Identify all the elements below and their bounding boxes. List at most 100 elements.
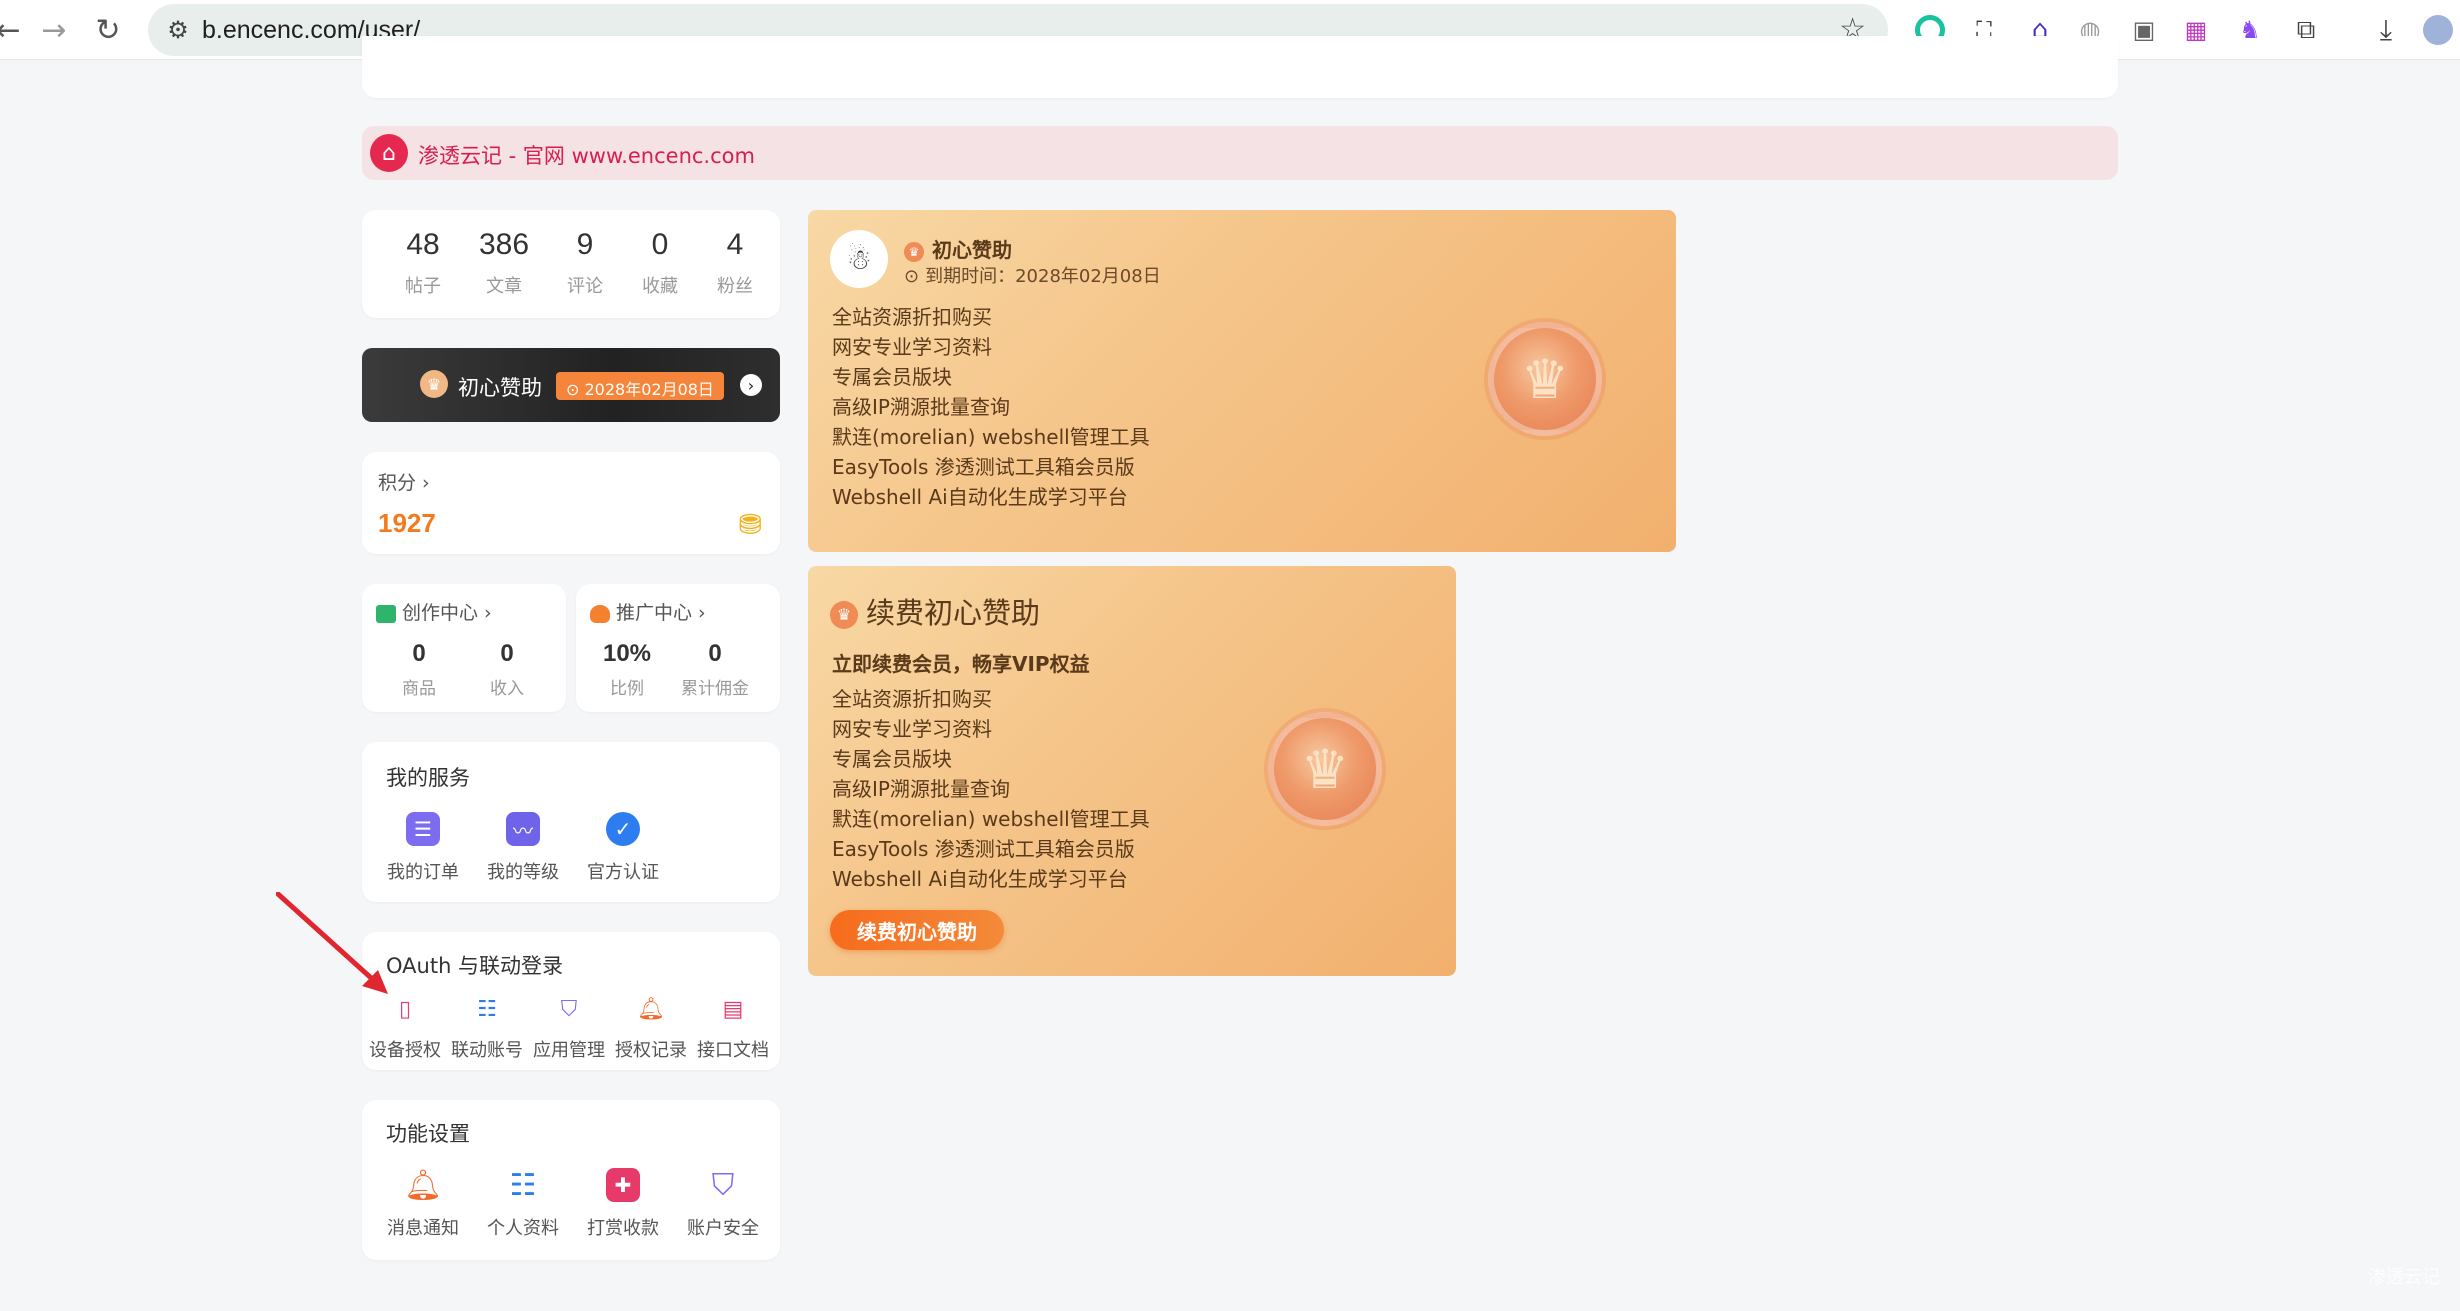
oauth-api-doc[interactable]: ▤ 接口文档	[692, 992, 774, 1062]
settings-title: 功能设置	[386, 1122, 470, 1146]
oauth-auth-record[interactable]: 🔔︎ 授权记录	[610, 992, 692, 1062]
service-label: 我的等级	[487, 862, 559, 883]
app-manage-icon: ⛉	[560, 996, 578, 1022]
stat-favorites[interactable]: 0 收藏	[625, 228, 695, 298]
goods-count: 0	[412, 640, 426, 667]
service-level[interactable]: 〰 我的等级	[478, 812, 568, 884]
top-strip	[362, 36, 2118, 98]
api-doc-icon: ▤	[722, 996, 744, 1022]
stat-label: 评论	[567, 276, 603, 297]
promotion-center-card[interactable]: 推广中心 › 10% 比例 0 累计佣金	[576, 584, 780, 712]
site-settings-icon[interactable]: ⚙	[162, 14, 194, 46]
user-stats: 48 帖子 386 文章 9 评论 0 收藏 4 粉丝	[362, 210, 780, 318]
oauth-card: OAuth 与联动登录 ▯ 设备授权 ☷ 联动账号 ⛉ 应用管理 🔔︎ 授权记录…	[362, 932, 780, 1070]
renew-benefits-list: 全站资源折扣购买 网安专业学习资料 专属会员版块 高级IP溯源批量查询 默连(m…	[832, 684, 1150, 894]
crown-medal-icon: ♛	[1268, 712, 1382, 826]
promo-title-text: 推广中心 ›	[616, 602, 706, 624]
stat-num: 0	[651, 228, 669, 261]
crown-icon: ♛	[420, 370, 448, 398]
points-title[interactable]: 积分 ›	[378, 468, 430, 495]
vip-name: 初心赞助	[458, 376, 542, 400]
renew-subtitle: 立即续费会员，畅享VIP权益	[832, 652, 1090, 676]
verified-icon: ✓	[606, 812, 640, 846]
oauth-linked-account[interactable]: ☷ 联动账号	[446, 992, 528, 1062]
stat-posts[interactable]: 48 帖子	[388, 228, 458, 298]
setting-label: 消息通知	[387, 1218, 459, 1239]
renew-title: ♛ 续费初心赞助	[830, 590, 1040, 632]
oauth-label: 接口文档	[697, 1040, 769, 1061]
stat-num: 48	[406, 228, 440, 261]
vip-card-name-text: 初心赞助	[932, 238, 1012, 262]
setting-tips[interactable]: ✚ 打赏收款	[578, 1168, 668, 1240]
profile-icon: ☷	[509, 1167, 537, 1203]
stat-num: 4	[726, 228, 744, 261]
qr-ext-icon[interactable]: ▦	[2176, 10, 2216, 50]
oauth-label: 设备授权	[369, 1040, 441, 1061]
stat-fans[interactable]: 4 粉丝	[700, 228, 770, 298]
renew-button[interactable]: 续费初心赞助	[830, 910, 1004, 950]
benefit-item: 网安专业学习资料	[832, 335, 992, 359]
oauth-label: 应用管理	[533, 1040, 605, 1061]
benefit-item: 全站资源折扣购买	[832, 687, 992, 711]
puzzle-icon[interactable]: ⧉	[2286, 10, 2326, 50]
benefit-item: 网安专业学习资料	[832, 717, 992, 741]
stat-num: 9	[576, 228, 594, 261]
creation-goods: 0 商品	[374, 640, 464, 699]
setting-label: 账户安全	[687, 1218, 759, 1239]
auth-record-icon: 🔔︎	[637, 996, 665, 1022]
cat-ext-icon[interactable]: ♞	[2230, 10, 2270, 50]
setting-label: 个人资料	[487, 1218, 559, 1239]
stat-articles[interactable]: 386 文章	[469, 228, 539, 298]
back-icon[interactable]: ←	[0, 8, 30, 52]
crown-icon: ♛	[904, 241, 924, 262]
commission-label: 累计佣金	[681, 679, 749, 699]
setting-profile[interactable]: ☷ 个人资料	[478, 1168, 568, 1240]
vip-benefits-list: 全站资源折扣购买 网安专业学习资料 专属会员版块 高级IP溯源批量查询 默连(m…	[832, 302, 1150, 512]
service-orders[interactable]: ☰ 我的订单	[378, 812, 468, 884]
points-value: 1927	[378, 508, 436, 538]
download-icon[interactable]: ⤓	[2366, 10, 2406, 50]
creation-income: 0 收入	[462, 640, 552, 699]
reload-icon[interactable]: ↻	[86, 8, 130, 52]
gift-icon: ✚	[606, 1168, 640, 1202]
creation-center-card[interactable]: 创作中心 › 0 商品 0 收入	[362, 584, 566, 712]
vip-status-bar[interactable]: ♛ 初心赞助 ⊙ 2028年02月08日 ›	[362, 348, 780, 422]
benefit-item: 专属会员版块	[832, 365, 952, 389]
notice-text[interactable]: 渗透云记 - 官网 www.encenc.com	[418, 140, 755, 170]
forward-icon[interactable]: →	[32, 8, 76, 52]
oauth-device-auth[interactable]: ▯ 设备授权	[364, 992, 446, 1062]
oauth-app-manage[interactable]: ⛉ 应用管理	[528, 992, 610, 1062]
box-ext-icon[interactable]: ▣	[2124, 10, 2164, 50]
benefit-item: 全站资源折扣购买	[832, 305, 992, 329]
renew-vip-card: ♛ 续费初心赞助 立即续费会员，畅享VIP权益 全站资源折扣购买 网安专业学习资料…	[808, 566, 1456, 976]
user-avatar[interactable]: ☃	[830, 230, 888, 288]
profile-avatar[interactable]	[2418, 10, 2458, 50]
setting-security[interactable]: ⛉ 账户安全	[678, 1168, 768, 1240]
creation-title[interactable]: 创作中心 ›	[376, 598, 492, 625]
setting-notifications[interactable]: 🔔︎ 消息通知	[378, 1168, 468, 1240]
crown-icon: ♛	[830, 601, 858, 629]
clock-icon: ⊙	[904, 266, 920, 287]
stat-num: 386	[478, 228, 530, 261]
benefit-item: 默连(morelian) webshell管理工具	[832, 807, 1150, 831]
watermark-text: 渗透云记	[2368, 1267, 2440, 1288]
points-card[interactable]: 积分 › 1927 ⛃	[362, 452, 780, 554]
service-verified[interactable]: ✓ 官方认证	[578, 812, 668, 884]
stat-comments[interactable]: 9 评论	[550, 228, 620, 298]
benefit-item: 高级IP溯源批量查询	[832, 777, 1010, 801]
income-label: 收入	[490, 679, 524, 699]
benefit-item: EasyTools 渗透测试工具箱会员版	[832, 837, 1135, 861]
site-notice[interactable]: ⌂ 渗透云记 - 官网 www.encenc.com	[362, 126, 2118, 180]
promo-title[interactable]: 推广中心 ›	[590, 598, 706, 625]
chevron-right-icon[interactable]: ›	[740, 374, 762, 396]
promo-ratio: 10% 比例	[582, 640, 672, 699]
service-label: 我的订单	[387, 862, 459, 883]
services-title: 我的服务	[386, 766, 470, 790]
commission-value: 0	[708, 640, 722, 667]
settings-card: 功能设置 🔔︎ 消息通知 ☷ 个人资料 ✚ 打赏收款 ⛉ 账户安全	[362, 1100, 780, 1260]
ratio-value: 10%	[602, 640, 652, 667]
shield-icon: ⛉	[711, 1167, 735, 1203]
promo-commission: 0 累计佣金	[670, 640, 760, 699]
renew-title-text: 续费初心赞助	[866, 596, 1041, 630]
oauth-title: OAuth 与联动登录	[386, 954, 564, 978]
